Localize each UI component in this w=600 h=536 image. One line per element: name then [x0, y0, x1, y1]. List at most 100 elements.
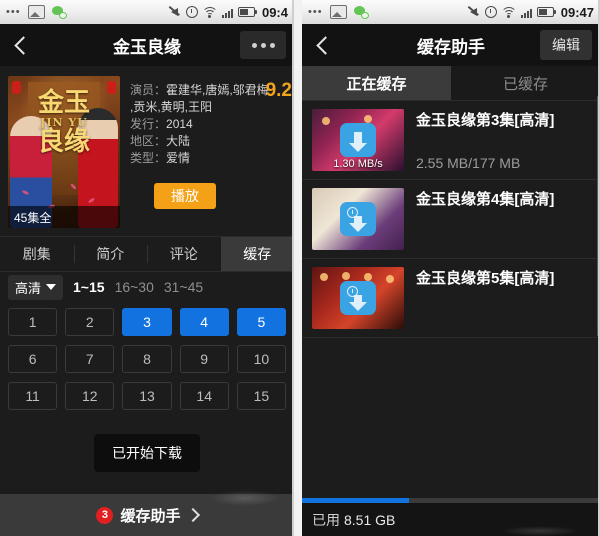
episode-filter-row: 高清 1~15 16~30 31~45 — [0, 272, 294, 302]
more-dot-3-icon — [269, 42, 275, 48]
episode-button[interactable]: 1 — [8, 308, 58, 336]
episode-button[interactable]: 4 — [179, 308, 229, 336]
download-item[interactable]: 金玉良缘第5集[高清] — [302, 259, 600, 338]
signal-icon — [520, 7, 532, 18]
tab-cache[interactable]: 缓存 — [220, 237, 294, 271]
segment-downloading[interactable]: 正在缓存 — [302, 66, 451, 100]
more-dots-icon: ••• — [6, 6, 21, 18]
chevron-down-icon — [46, 284, 57, 290]
download-thumbnail: 1.30 MB/s — [312, 109, 404, 171]
storage-used-value: 8.51 GB — [344, 511, 396, 528]
back-button[interactable] — [302, 24, 348, 66]
show-poster[interactable]: 金玉 JIN YU 良缘 45集全 — [8, 76, 120, 228]
thumb-light-icon — [364, 273, 372, 281]
region-label: 地区： — [130, 134, 167, 148]
cast-label: 演员： — [130, 83, 167, 97]
thumb-light-icon — [342, 272, 350, 280]
episode-button[interactable]: 3 — [122, 308, 172, 336]
mute-icon — [170, 6, 181, 18]
battery-icon — [237, 7, 257, 17]
episode-button[interactable]: 10 — [236, 345, 286, 373]
wechat-icon — [51, 5, 67, 19]
wifi-icon — [500, 6, 517, 18]
release-value: 2014 — [166, 117, 193, 131]
download-progress-text: 2.55 MB/177 MB — [416, 155, 521, 171]
download-arrow-icon — [340, 123, 376, 157]
status-bar-clock: 09:4 — [261, 4, 288, 20]
episode-button[interactable]: 9 — [179, 345, 229, 373]
range-31-45[interactable]: 31~45 — [164, 279, 203, 295]
episode-button[interactable]: 2 — [65, 308, 115, 336]
segment-downloaded[interactable]: 已缓存 — [451, 66, 600, 100]
status-bar-left: ••• 09:4 — [0, 0, 294, 24]
content-tabs: 剧集 简介 评论 缓存 — [0, 236, 294, 272]
storage-used-label: 已用 — [312, 511, 340, 528]
chevron-right-icon — [185, 507, 200, 523]
status-bar-left-icons: ••• — [6, 5, 67, 19]
edit-button[interactable]: 编辑 — [540, 30, 592, 60]
download-info: 金玉良缘第4集[高清] — [404, 188, 590, 250]
episode-button[interactable]: 8 — [122, 345, 172, 373]
episode-button[interactable]: 6 — [8, 345, 58, 373]
more-dots-icon: ••• — [308, 6, 323, 18]
episode-grid: 1 2 3 4 5 6 7 8 9 10 11 12 13 14 15 — [0, 302, 294, 410]
genre-value: 爱情 — [166, 151, 191, 165]
download-item[interactable]: 1.30 MB/s 金玉良缘第3集[高清] 2.55 MB/177 MB — [302, 101, 600, 180]
back-button[interactable] — [0, 24, 46, 66]
episode-button[interactable]: 7 — [65, 345, 115, 373]
show-metadata: 9.2 演员：霍建华,唐嫣,邬君梅 ,贡米,黄明,王阳 发行：2014 地区：大… — [120, 76, 292, 228]
tab-episodes[interactable]: 剧集 — [0, 237, 74, 271]
download-speed — [312, 314, 404, 329]
tab-synopsis[interactable]: 简介 — [73, 237, 148, 271]
show-hero: 金玉 JIN YU 良缘 45集全 9.2 演员：霍建华,唐嫣,邬君梅 ,贡米,… — [0, 66, 294, 228]
cache-assistant-bar[interactable]: 3 缓存助手 — [0, 490, 294, 536]
more-options-button[interactable] — [240, 31, 286, 59]
wechat-icon — [353, 5, 369, 19]
episode-button[interactable]: 11 — [8, 382, 58, 410]
poster-title: 金玉 JIN YU 良缘 — [8, 89, 120, 156]
storage-glow — [500, 526, 580, 536]
download-thumbnail — [312, 267, 404, 329]
status-bar-right: ••• 09:47 — [302, 0, 600, 24]
episode-button[interactable]: 14 — [179, 382, 229, 410]
download-speed: 1.30 MB/s — [333, 157, 383, 170]
genre-label: 类型： — [130, 151, 167, 165]
download-speed — [312, 235, 404, 250]
cast-row-2: ,贡米,黄明,王阳 — [130, 99, 286, 116]
range-16-30[interactable]: 16~30 — [115, 279, 154, 295]
cast-value-1: 霍建华,唐嫣,邬君梅 — [166, 83, 269, 97]
download-title: 金玉良缘第3集[高清] — [416, 112, 555, 129]
status-bar-right-icons: 09:4 — [170, 4, 288, 20]
episode-button[interactable]: 13 — [122, 382, 172, 410]
download-thumbnail — [312, 188, 404, 250]
rating-score: 9.2 — [265, 80, 292, 101]
range-1-15[interactable]: 1~15 — [73, 279, 105, 295]
download-title: 金玉良缘第5集[高清] — [416, 270, 555, 287]
quality-label: 高清 — [15, 280, 42, 296]
left-nav-bar: 金玉良缘 — [0, 24, 294, 66]
episode-button[interactable]: 5 — [236, 308, 286, 336]
right-nav-bar: 缓存助手 编辑 — [302, 24, 600, 66]
back-chevron-icon — [315, 35, 335, 55]
download-pending-icon — [340, 202, 376, 236]
release-row: 发行：2014 — [130, 116, 286, 133]
left-phone-panel: ••• 09:4 金玉良缘 金玉 JIN YU 良缘 45集全 9.2 演员：霍… — [0, 0, 294, 536]
episode-button[interactable]: 12 — [65, 382, 115, 410]
alarm-icon — [484, 6, 497, 18]
region-row: 地区：大陆 — [130, 133, 286, 150]
episode-button[interactable]: 15 — [236, 382, 286, 410]
arrow-head — [349, 302, 367, 311]
play-button[interactable]: 播放 — [154, 183, 216, 209]
more-dot-1-icon — [251, 42, 257, 48]
storage-footer: 已用 8.51 GB — [302, 498, 600, 536]
download-info: 金玉良缘第3集[高清] 2.55 MB/177 MB — [404, 109, 590, 171]
genre-row: 类型：爱情 — [130, 150, 286, 167]
right-phone-panel: ••• 09:47 缓存助手 编辑 正在缓存 已缓存 1.30 MB/s 金玉良… — [302, 0, 600, 536]
thumb-light-icon — [364, 115, 372, 123]
download-item[interactable]: 金玉良缘第4集[高清] — [302, 180, 600, 259]
download-pending-icon — [340, 281, 376, 315]
quality-selector[interactable]: 高清 — [8, 274, 64, 300]
download-title: 金玉良缘第4集[高清] — [416, 191, 555, 208]
cast-value-2: ,贡米,黄明,王阳 — [130, 100, 213, 114]
tab-comments[interactable]: 评论 — [147, 237, 221, 271]
